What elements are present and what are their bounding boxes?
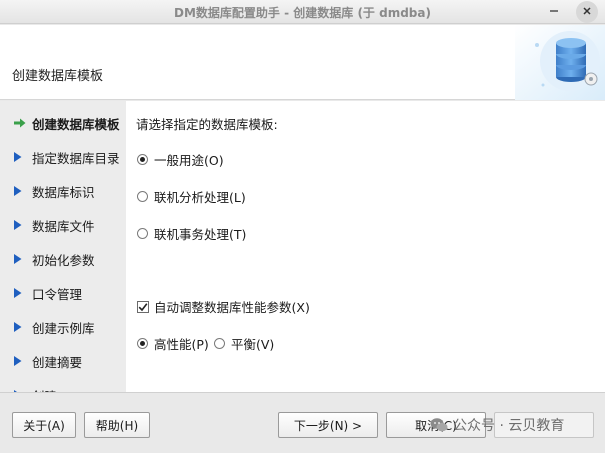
- sidebar-item-label: 创建数据库模板: [32, 116, 120, 132]
- template-prompt: 请选择指定的数据库模板:: [136, 117, 278, 132]
- radio-unselected-icon: [137, 191, 148, 202]
- sidebar-item-label: 口令管理: [32, 286, 83, 302]
- radio-selected-icon: [137, 338, 148, 349]
- triangle-right-icon: [0, 186, 32, 196]
- radio-unselected-icon: [214, 338, 225, 349]
- window-title: DM数据库配置助手 - 创建数据库 (于 dmdba): [174, 6, 431, 20]
- triangle-right-icon: [0, 288, 32, 298]
- about-button[interactable]: 关于(A): [12, 412, 76, 438]
- wizard-footer: 关于(A) 帮助(H) 下一步(N) > 取消(C) 公众号 · 云贝教育: [0, 392, 605, 453]
- checkbox-checked-icon: [137, 300, 149, 313]
- high-performance-radio[interactable]: 高性能(P): [137, 334, 209, 353]
- triangle-right-icon: [0, 254, 32, 264]
- sidebar-item-db-directory[interactable]: 指定数据库目录: [0, 146, 126, 168]
- arrow-right-icon: [0, 118, 32, 128]
- template-oltp-label: 联机事务处理(T): [154, 227, 247, 242]
- triangle-right-icon: [0, 356, 32, 366]
- sidebar-item-sample-db[interactable]: 创建示例库: [0, 316, 126, 338]
- minimize-icon: [549, 5, 559, 19]
- sidebar-item-db-identity[interactable]: 数据库标识: [0, 180, 126, 202]
- sidebar-item-summary[interactable]: 创建摘要: [0, 350, 126, 372]
- balanced-label: 平衡(V): [231, 337, 275, 352]
- high-performance-label: 高性能(P): [154, 337, 209, 352]
- wizard-header: 创建数据库模板: [0, 25, 605, 100]
- watermark: 公众号 · 云贝教育: [430, 413, 564, 437]
- template-general-label: 一般用途(O): [154, 153, 224, 168]
- triangle-right-icon: [0, 152, 32, 162]
- triangle-right-icon: [0, 322, 32, 332]
- sidebar-item-init-params[interactable]: 初始化参数: [0, 248, 126, 270]
- triangle-right-icon: [0, 220, 32, 230]
- sidebar-item-create[interactable]: 创建: [0, 384, 126, 392]
- sidebar-item-label: 指定数据库目录: [32, 150, 120, 166]
- close-button[interactable]: [576, 1, 598, 23]
- template-olap-label: 联机分析处理(L): [154, 190, 246, 205]
- wizard-steps-sidebar: 创建数据库模板 指定数据库目录 数据库标识 数据库文件 初始化参数 口令管理 创…: [0, 101, 126, 392]
- sidebar-item-label: 数据库文件: [32, 218, 95, 234]
- sidebar-item-db-files[interactable]: 数据库文件: [0, 214, 126, 236]
- template-general-radio[interactable]: 一般用途(O): [137, 150, 224, 169]
- sidebar-item-password[interactable]: 口令管理: [0, 282, 126, 304]
- radio-selected-icon: [137, 154, 148, 165]
- page-title: 创建数据库模板: [12, 69, 104, 84]
- template-selection-panel: 请选择指定的数据库模板: 一般用途(O) 联机分析处理(L) 联机事务处理(T)…: [126, 101, 605, 392]
- help-button[interactable]: 帮助(H): [84, 412, 150, 438]
- sidebar-item-label: 创建摘要: [32, 354, 83, 370]
- next-button[interactable]: 下一步(N) >: [278, 412, 378, 438]
- template-olap-radio[interactable]: 联机分析处理(L): [137, 187, 246, 206]
- sidebar-item-create-template[interactable]: 创建数据库模板: [0, 112, 126, 134]
- wechat-icon: [430, 417, 448, 433]
- balanced-radio[interactable]: 平衡(V): [214, 334, 274, 353]
- template-oltp-radio[interactable]: 联机事务处理(T): [137, 224, 246, 243]
- sidebar-item-label: 初始化参数: [32, 252, 95, 268]
- sidebar-item-label: 数据库标识: [32, 184, 95, 200]
- database-banner-icon: [515, 25, 605, 100]
- close-icon: [582, 5, 592, 19]
- watermark-text: 公众号 · 云贝教育: [453, 418, 565, 434]
- title-bar: DM数据库配置助手 - 创建数据库 (于 dmdba): [0, 0, 605, 24]
- radio-unselected-icon: [137, 228, 148, 239]
- minimize-button[interactable]: [544, 2, 564, 22]
- auto-tune-checkbox[interactable]: 自动调整数据库性能参数(X): [137, 297, 310, 316]
- sidebar-item-label: 创建示例库: [32, 320, 95, 336]
- auto-tune-label: 自动调整数据库性能参数(X): [154, 300, 310, 315]
